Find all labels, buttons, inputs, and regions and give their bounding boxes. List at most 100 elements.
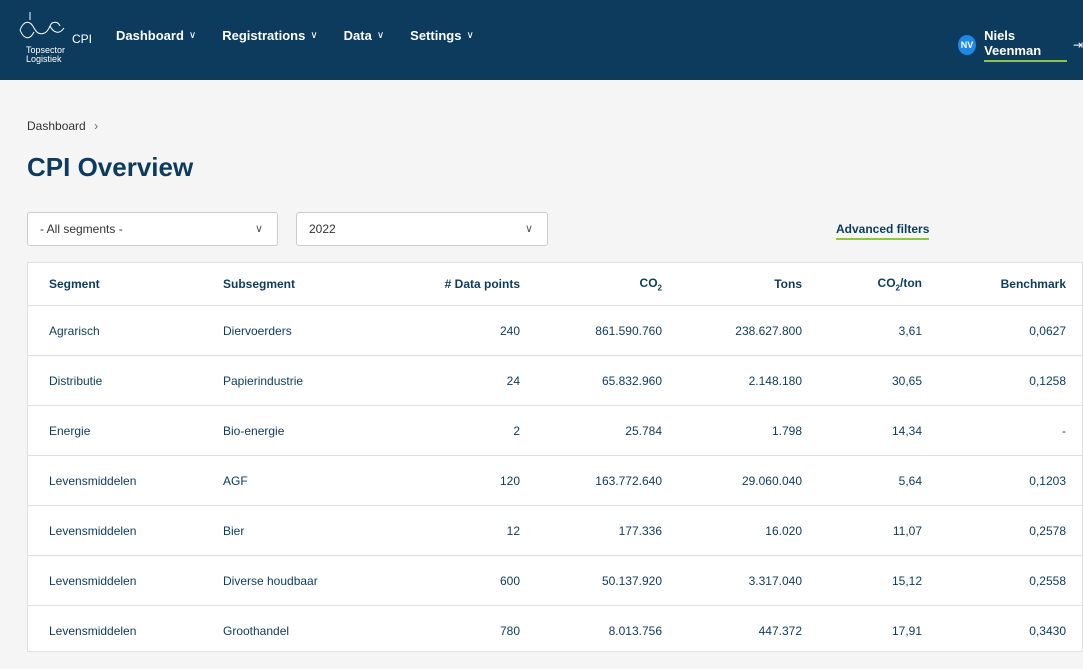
header-data-points[interactable]: # Data points: [393, 263, 520, 306]
cell-co2: 177.336: [520, 505, 662, 556]
logo-wave-icon: [19, 12, 65, 39]
cell-benchmark: 0,2578: [922, 505, 1082, 556]
chevron-down-icon: ∨: [376, 30, 385, 41]
breadcrumb-dashboard[interactable]: Dashboard: [27, 119, 86, 133]
cell-co2-per-ton: 15,12: [802, 555, 922, 606]
cell-data-points: 12: [393, 505, 520, 556]
table-header-row: Segment Subsegment # Data points CO2 Ton…: [28, 263, 1082, 306]
cell-co2: 65.832.960: [520, 355, 662, 406]
app-label: CPI: [72, 32, 93, 46]
user-menu[interactable]: NV Niels Veenman ⇥: [958, 28, 1083, 62]
cell-segment: Agrarisch: [28, 305, 223, 356]
header-co2[interactable]: CO2: [520, 263, 662, 306]
cell-data-points: 240: [393, 305, 520, 356]
header-benchmark[interactable]: Benchmark: [922, 263, 1082, 306]
header-tons[interactable]: Tons: [662, 263, 802, 306]
cell-subsegment: Bio-energie: [223, 405, 393, 456]
cell-tons: 238.627.800: [662, 305, 802, 356]
table-body: Agrarisch Diervoerders 240 861.590.760 2…: [28, 305, 1082, 652]
cell-subsegment: Diverse houdbaar: [223, 555, 393, 606]
nav-registrations-label: Registrations: [222, 28, 306, 43]
cell-tons: 29.060.040: [662, 455, 802, 506]
cell-subsegment: Papierindustrie: [223, 355, 393, 406]
nav-dashboard[interactable]: Dashboard ∨: [116, 28, 196, 43]
cell-data-points: 600: [393, 555, 520, 606]
chevron-down-icon: ∨: [254, 223, 263, 235]
cell-subsegment: Groothandel: [223, 623, 290, 638]
cell-co2-per-ton: 30,65: [802, 355, 922, 406]
cell-segment: Distributie: [28, 355, 223, 406]
cell-benchmark: 0,1258: [922, 355, 1082, 406]
nav-data-label: Data: [343, 28, 372, 43]
cell-benchmark: 0,2558: [922, 555, 1082, 606]
advanced-filters-link[interactable]: Advanced filters: [836, 222, 930, 240]
cell-segment: Energie: [28, 405, 223, 456]
cell-tons: 2.148.180: [662, 355, 802, 406]
table-row[interactable]: Levensmiddelen Diverse houdbaar 600 50.1…: [28, 555, 1082, 606]
chevron-down-icon: ∨: [524, 223, 533, 235]
chevron-down-icon: ∨: [188, 30, 197, 41]
header-co2ton-prefix: CO: [877, 275, 896, 290]
cell-data-points: 780: [499, 623, 520, 638]
table-row[interactable]: Levensmiddelen Bier 12 177.336 16.020 11…: [28, 505, 1082, 556]
table-row[interactable]: Distributie Papierindustrie 24 65.832.96…: [28, 355, 1082, 406]
segment-select[interactable]: - All segments - ∨: [27, 212, 278, 246]
cell-data-points: 24: [393, 355, 520, 406]
chevron-down-icon: ∨: [466, 30, 474, 41]
cell-segment: Levensmiddelen: [28, 555, 223, 606]
cell-segment: Levensmiddelen: [28, 455, 223, 506]
year-select[interactable]: 2022 ∨: [296, 212, 548, 246]
cell-co2-per-ton: 17,91: [891, 623, 922, 638]
table-row[interactable]: Energie Bio-energie 2 25.784 1.798 14,34…: [28, 405, 1082, 456]
header-co2-prefix: CO: [639, 275, 658, 290]
cell-subsegment: AGF: [223, 455, 393, 506]
cell-co2: 861.590.760: [520, 305, 662, 356]
avatar: NV: [958, 35, 977, 55]
cell-data-points: 2: [393, 405, 520, 456]
nav-settings[interactable]: Settings ∨: [410, 28, 474, 43]
cell-co2: 25.784: [520, 405, 662, 456]
table-row[interactable]: Levensmiddelen Groothandel 780 8.013.756…: [28, 606, 1082, 652]
cell-data-points: 120: [393, 455, 520, 506]
breadcrumb-separator: ›: [94, 119, 99, 133]
topsector-logo[interactable]: CPI Topsector Logistiek: [18, 12, 92, 70]
cell-tons: 1.798: [662, 405, 802, 456]
table-row[interactable]: Agrarisch Diervoerders 240 861.590.760 2…: [28, 305, 1082, 356]
cell-subsegment: Diervoerders: [223, 305, 393, 356]
header-subsegment[interactable]: Subsegment: [223, 263, 393, 306]
nav-dashboard-label: Dashboard: [116, 28, 184, 43]
cell-benchmark: 0,3430: [1029, 623, 1066, 638]
cell-tons: 447.372: [758, 623, 802, 638]
header-segment[interactable]: Segment: [28, 263, 223, 306]
year-select-value: 2022: [309, 222, 336, 236]
breadcrumb: Dashboard ›: [27, 119, 98, 133]
cell-segment: Levensmiddelen: [49, 623, 137, 638]
top-navigation-bar: CPI Topsector Logistiek Dashboard ∨ Regi…: [0, 0, 1083, 80]
cell-tons: 3.317.040: [662, 555, 802, 606]
cell-benchmark: 0,1203: [922, 455, 1082, 506]
cell-co2: 8.013.756: [608, 623, 662, 638]
nav-data[interactable]: Data ∨: [344, 28, 385, 43]
main-nav: Dashboard ∨ Registrations ∨ Data ∨ Setti…: [116, 28, 500, 43]
cell-segment: Levensmiddelen: [28, 505, 223, 556]
cell-co2: 163.772.640: [520, 455, 662, 506]
cell-benchmark: 0,0627: [922, 305, 1082, 356]
header-co2ton-suffix: /ton: [900, 275, 922, 290]
page-title: CPI Overview: [27, 152, 194, 182]
header-co2-per-ton[interactable]: CO2/ton: [802, 263, 922, 306]
segment-select-value: - All segments -: [40, 222, 123, 236]
logout-icon[interactable]: ⇥: [1073, 38, 1083, 52]
header-co2-subscript: 2: [657, 283, 662, 293]
table-row[interactable]: Levensmiddelen AGF 120 163.772.640 29.06…: [28, 455, 1082, 506]
cell-co2-per-ton: 14,34: [802, 405, 922, 456]
cell-tons: 16.020: [662, 505, 802, 556]
nav-settings-label: Settings: [410, 28, 462, 43]
user-name[interactable]: Niels Veenman: [984, 28, 1067, 62]
logo-text-logistiek: Logistiek: [26, 54, 62, 64]
cell-co2-per-ton: 11,07: [802, 505, 922, 556]
cell-co2: 50.137.920: [520, 555, 662, 606]
cell-benchmark: -: [922, 405, 1082, 456]
cpi-table: Segment Subsegment # Data points CO2 Ton…: [27, 262, 1083, 652]
cell-co2-per-ton: 3,61: [802, 305, 922, 356]
nav-registrations[interactable]: Registrations ∨: [222, 28, 317, 43]
